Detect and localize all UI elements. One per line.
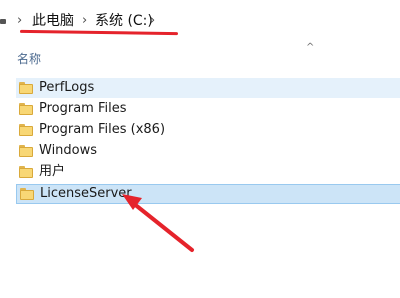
column-header-name[interactable]: 名称 [17,51,41,67]
folder-icon [19,124,33,136]
list-item-label: Program Files (x86) [39,122,166,137]
file-explorer-window: › 此电脑 › 系统 (C:) › ^ 名称 PerfLogs Program … [0,0,400,298]
list-item[interactable]: Windows [16,141,400,161]
folder-icon [20,188,34,200]
list-item-label: Windows [39,143,98,158]
list-item-label: PerfLogs [39,80,95,95]
breadcrumb-item-this-pc[interactable]: 此电脑 [32,11,74,31]
list-item[interactable]: PerfLogs [16,78,400,98]
breadcrumb-separator-icon[interactable]: › [82,12,87,30]
folder-icon [19,145,33,157]
list-item[interactable]: Program Files (x86) [16,120,400,140]
list-item[interactable]: 用户 [16,162,400,182]
folder-icon [19,82,33,94]
breadcrumb-item-system-c[interactable]: 系统 (C:) [95,11,153,31]
list-item-label: 用户 [39,164,66,179]
list-item-label: Program Files [39,101,127,116]
drive-icon [0,19,6,24]
breadcrumb-separator-icon[interactable]: › [17,12,22,30]
address-bar[interactable]: › 此电脑 › 系统 (C:) › [0,0,400,42]
folder-icon [19,103,33,115]
list-item-selected[interactable]: LicenseServer [16,184,400,204]
annotation-underline [19,29,179,36]
list-item[interactable]: Program Files [16,99,400,119]
folder-icon [19,166,33,178]
list-item-label: LicenseServer [40,186,132,201]
sort-ascending-icon: ^ [306,42,315,53]
breadcrumb-separator-icon[interactable]: › [150,12,155,30]
